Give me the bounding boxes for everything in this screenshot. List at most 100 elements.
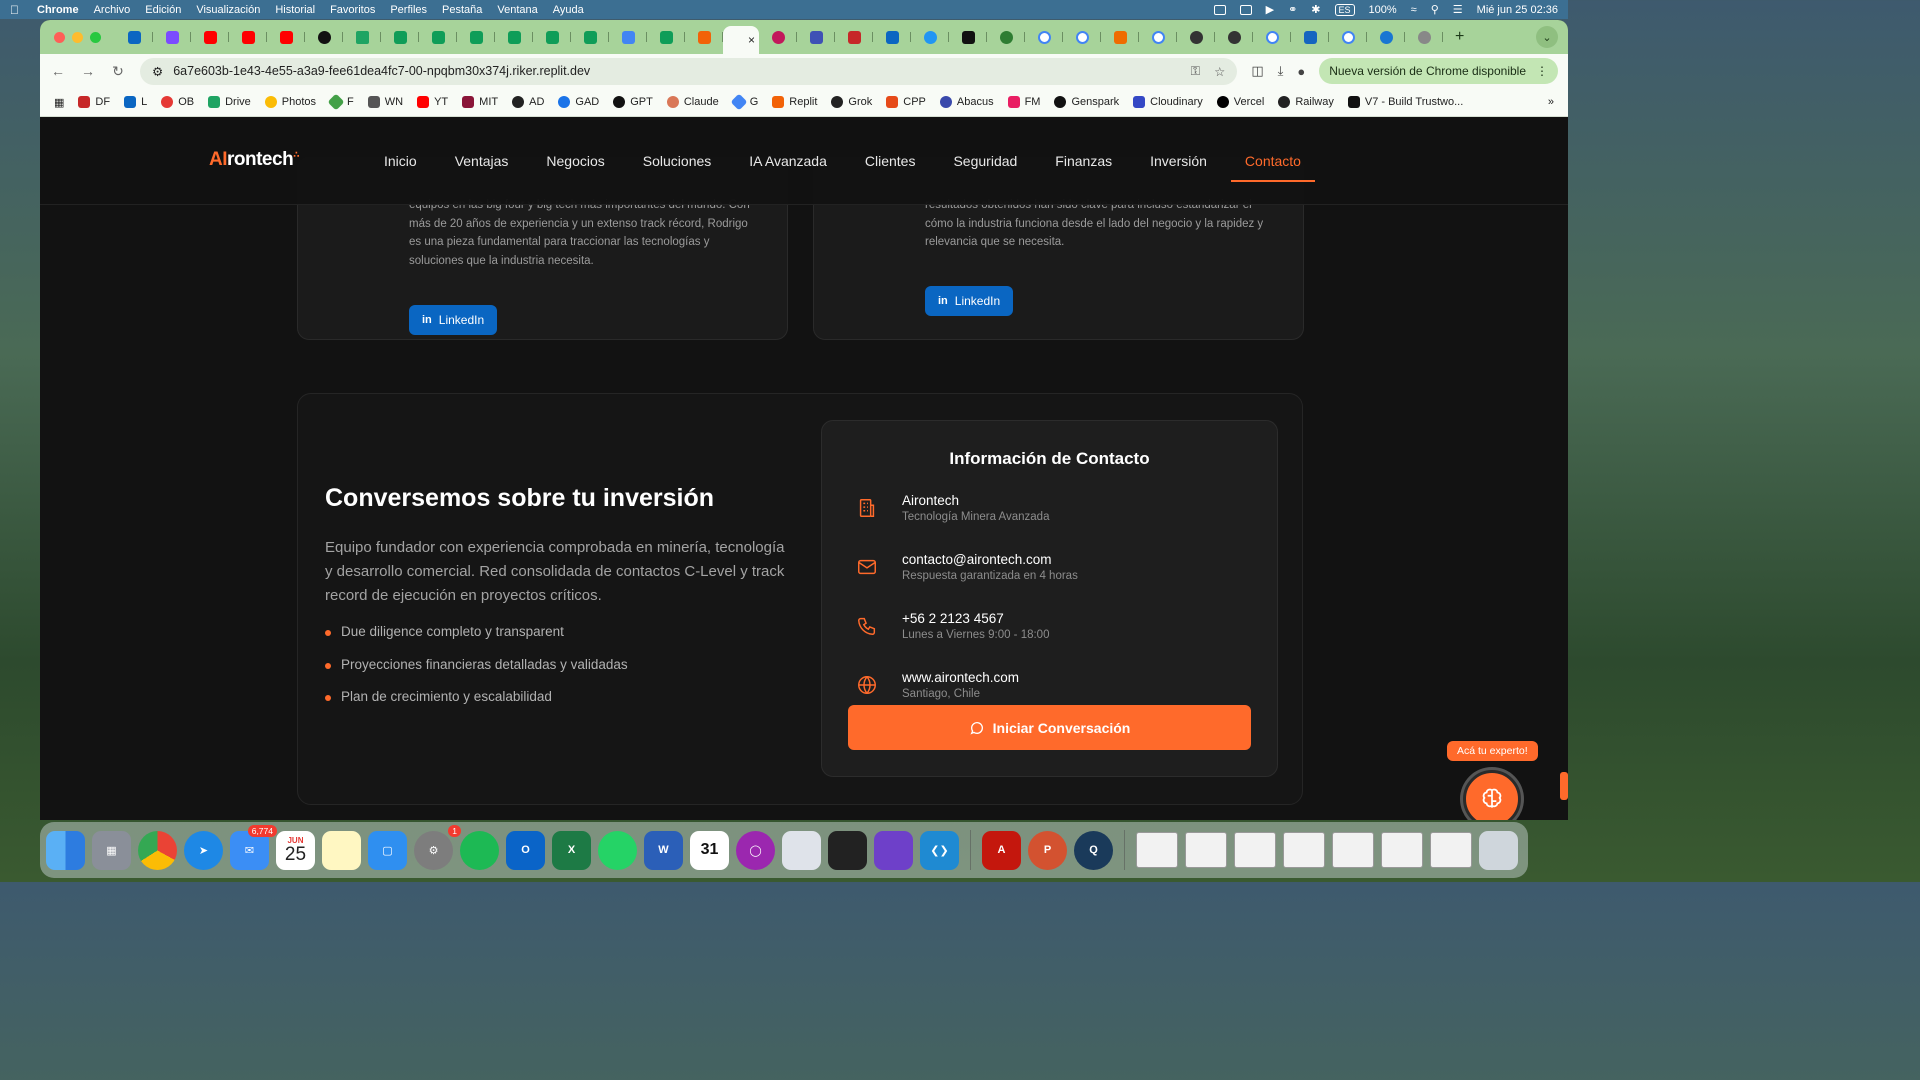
tab-linkedin-2[interactable] [873,25,911,49]
bookmark-grok[interactable]: Grok [831,96,872,108]
spotify-icon[interactable] [460,830,499,870]
tab-sheets-4[interactable] [495,25,533,49]
menu-favoritos[interactable]: Favoritos [330,4,375,16]
bookmark-genspark[interactable]: Genspark [1054,96,1119,108]
linkedin-button-left[interactable]: in LinkedIn [409,305,498,335]
tab-circle[interactable] [911,25,949,49]
acrobat-icon[interactable]: A [982,830,1021,870]
bookmark-star-icon[interactable]: ☆ [1214,64,1225,79]
outlook-icon[interactable]: O [506,830,545,870]
close-tab-icon[interactable]: × [748,33,755,47]
recent-document[interactable] [1381,832,1423,868]
display-icon[interactable] [1239,4,1252,15]
bookmark-drive[interactable]: Drive [208,96,251,108]
menu-historial[interactable]: Historial [275,4,315,16]
keynote-icon[interactable]: ▢ [368,830,407,870]
control-center-icon[interactable]: ☰ [1453,3,1463,16]
extensions-icon[interactable]: ◫ [1251,63,1263,79]
nav-inversion[interactable]: Inversión [1150,153,1207,169]
menu-edicion[interactable]: Edición [145,4,181,16]
tab-search-button[interactable]: ⌄ [1536,26,1558,48]
tab-youtube-1[interactable] [191,25,229,49]
bookmark-vercel[interactable]: Vercel [1216,96,1264,108]
bookmark-photos[interactable]: Photos [264,96,316,108]
site-info-icon[interactable]: ⚙ [152,64,163,79]
minimize-window-button[interactable] [72,31,83,43]
launchpad-icon[interactable]: ▦ [92,830,131,870]
powerpoint-icon[interactable]: P [1028,830,1067,870]
bookmark-l[interactable]: L [124,96,147,108]
tab-google-4[interactable] [1253,25,1291,49]
tab-docs[interactable] [609,25,647,49]
nav-negocios[interactable]: Negocios [546,153,604,169]
nav-clientes[interactable]: Clientes [865,153,916,169]
bookmark-fm[interactable]: FM [1007,96,1040,108]
spotlight-icon[interactable]: ⚲ [1431,3,1439,16]
tab-bhp[interactable] [1101,25,1139,49]
bookmark-gpt[interactable]: GPT [613,96,653,108]
recent-document[interactable] [1136,832,1178,868]
bookmark-df[interactable]: DF [78,96,110,108]
tab-google-1[interactable] [1025,25,1063,49]
excel-icon[interactable]: X [552,830,591,870]
recent-document[interactable] [1430,832,1472,868]
tab-dashboard[interactable] [797,25,835,49]
bookmark-gad[interactable]: GAD [558,96,599,108]
contact-email-link[interactable]: contacto@airontech.com [902,552,1078,567]
menu-app-name[interactable]: Chrome [37,4,79,16]
calendar-icon[interactable]: JUN 25 [276,830,315,870]
iphone-mirroring-icon[interactable] [782,830,821,870]
chrome-icon[interactable] [138,830,177,870]
word-icon[interactable]: W [644,830,683,870]
vscode-icon[interactable]: ❮❯ [920,830,959,870]
downloads-icon[interactable]: ⤓ [1278,63,1284,79]
menu-ventana[interactable]: Ventana [497,4,537,16]
tab-youtube-2[interactable] [229,25,267,49]
menu-archivo[interactable]: Archivo [94,4,131,16]
menu-pestana[interactable]: Pestaña [442,4,482,16]
contact-phone-link[interactable]: +56 2 2123 4567 [902,611,1049,626]
tab-sheets-5[interactable] [533,25,571,49]
profile-avatar-icon[interactable]: ● [1297,64,1305,79]
menu-ayuda[interactable]: Ayuda [553,4,584,16]
bookmark-f[interactable]: F [327,93,354,111]
nav-contacto[interactable]: Contacto [1230,153,1316,182]
bookmark-mit[interactable]: MIT [462,96,498,108]
tab-google-2[interactable] [1063,25,1101,49]
bookmark-replit[interactable]: Replit [772,96,817,108]
fantastical-icon[interactable]: 31 [690,830,729,870]
nav-seguridad[interactable]: Seguridad [953,153,1017,169]
bookmark-ob[interactable]: OB [161,96,194,108]
tab-gif[interactable] [1291,25,1329,49]
password-key-icon[interactable]: ⚿ [1191,64,1201,79]
trash-icon[interactable] [1479,830,1518,870]
tab-sheets-2[interactable] [419,25,457,49]
tab-linkedin[interactable] [115,25,153,49]
tab-sheets-1[interactable] [381,25,419,49]
menu-perfiles[interactable]: Perfiles [390,4,427,16]
linkedin-button-right[interactable]: in LinkedIn [925,286,1014,316]
chrome-update-button[interactable]: Nueva versión de Chrome disponible ⋮ [1319,58,1558,84]
recent-document[interactable] [1283,832,1325,868]
tab-github-2[interactable] [1177,25,1215,49]
contact-website-link[interactable]: www.airontech.com [902,670,1019,685]
bookmark-claude[interactable]: Claude [666,96,719,108]
screen-recorder-icon[interactable]: ◯ [736,830,775,870]
tab-sheets-3[interactable] [457,25,495,49]
play-icon[interactable]: ▶ [1266,3,1274,16]
tab-drive[interactable] [343,25,381,49]
safari-icon[interactable]: ➤ [184,830,223,870]
bookmark-abacus[interactable]: Abacus [939,96,994,108]
nav-inicio[interactable]: Inicio [384,153,417,169]
nav-ventajas[interactable]: Ventajas [455,153,509,169]
headphones-icon[interactable]: ⚭ [1288,3,1297,16]
tab-df[interactable] [835,25,873,49]
whatsapp-icon[interactable] [598,830,637,870]
battery-percent[interactable]: 100% [1369,4,1397,16]
bookmark-yt[interactable]: YT [417,96,448,108]
mail-app-icon[interactable]: ✉ 6,774 [230,824,277,870]
keyboard-layout-indicator[interactable]: ES [1334,3,1355,16]
tab-active-airontech[interactable]: × [723,26,759,54]
new-tab-button[interactable]: + [1455,28,1464,46]
more-menu-icon[interactable]: ⋮ [1536,64,1548,78]
